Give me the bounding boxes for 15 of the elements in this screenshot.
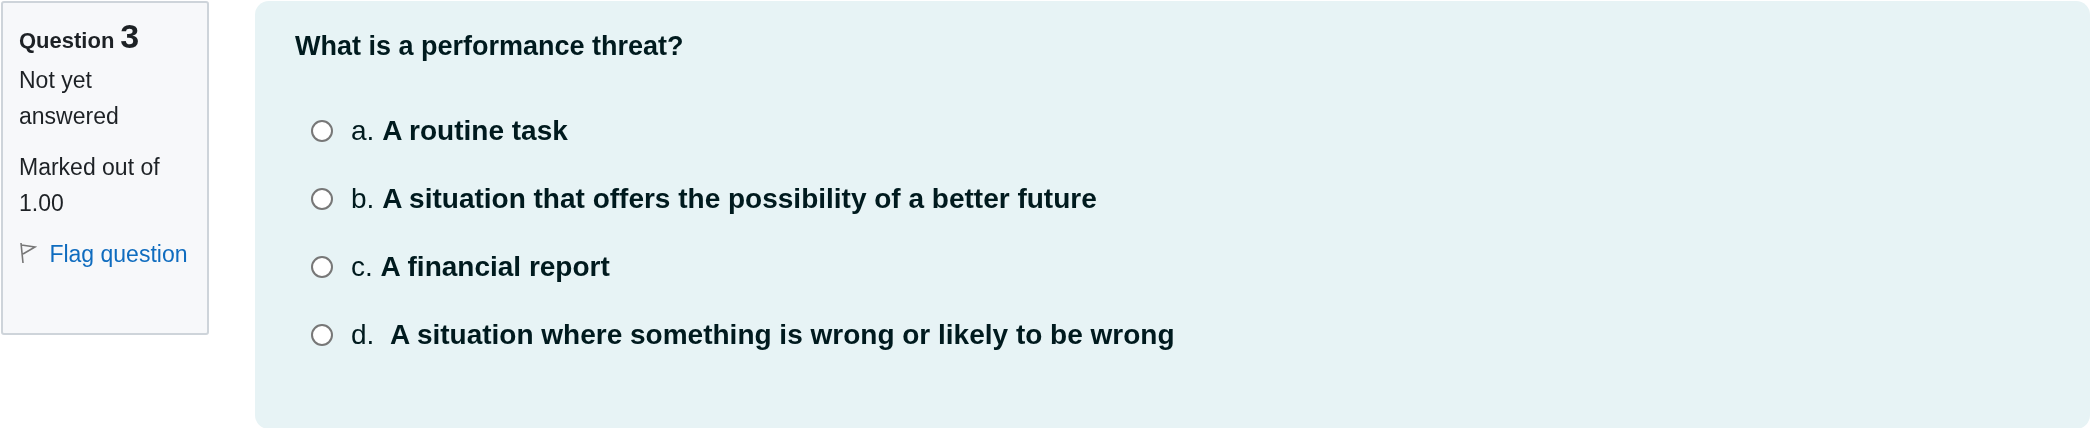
question-number: 3	[120, 17, 140, 56]
answer-state-text: Not yet answered	[19, 66, 120, 131]
question-label: Question	[19, 28, 115, 54]
option-label[interactable]: c. A financial report	[351, 251, 610, 283]
radio-button[interactable]	[311, 188, 333, 210]
radio-button[interactable]	[311, 324, 333, 346]
marks-text: Marked out of 1.00	[19, 153, 161, 218]
radio-button[interactable]	[311, 120, 333, 142]
option-label[interactable]: d. A situation where something is wrong or likely to be wrong	[351, 319, 1175, 351]
question-text: What is a performance threat?	[295, 31, 685, 62]
option-label[interactable]: b. A situation that offers the possibility of a better future	[351, 183, 1097, 215]
flag-question-link[interactable]: Flag question	[49, 241, 188, 267]
flag-icon[interactable]	[19, 242, 37, 264]
option-label[interactable]: a. A routine task	[351, 115, 568, 147]
radio-button[interactable]	[311, 256, 333, 278]
